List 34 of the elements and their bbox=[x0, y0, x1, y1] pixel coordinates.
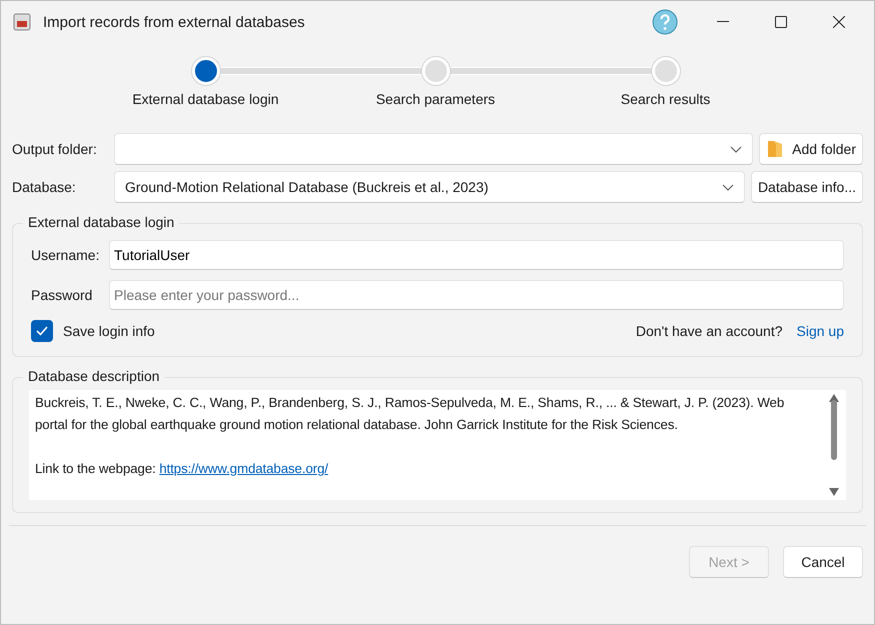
account-prompt: Don't have an account? bbox=[636, 323, 783, 339]
add-folder-button[interactable]: Add folder bbox=[759, 133, 863, 165]
window-title: Import records from external databases bbox=[43, 14, 306, 30]
app-icon bbox=[13, 13, 31, 31]
group-title: External database login bbox=[23, 214, 180, 230]
step-label: External database login bbox=[132, 91, 279, 107]
checkbox-label: Save login info bbox=[63, 323, 156, 339]
help-icon bbox=[652, 9, 678, 35]
minimize-icon bbox=[717, 21, 729, 23]
field-label: Output folder: bbox=[12, 141, 98, 157]
step-label: Search parameters bbox=[376, 91, 496, 107]
scrollbar-thumb[interactable] bbox=[831, 400, 837, 460]
check-icon bbox=[36, 326, 48, 336]
step-label: Search results bbox=[620, 91, 710, 107]
chevron-icon bbox=[730, 146, 742, 152]
scroll-down-icon bbox=[829, 488, 839, 496]
close-icon bbox=[833, 16, 845, 28]
link-sentence: Link to the webpage: https://www.gmdatabase.org/ bbox=[35, 460, 330, 478]
username-field[interactable]: TutorialUser bbox=[109, 240, 844, 270]
password-field[interactable]: Please enter your password... bbox=[109, 280, 844, 310]
field-label: Database: bbox=[12, 179, 77, 195]
database-dropdown[interactable]: Ground-Motion Relational Database (Buckreis et al., 2023) bbox=[114, 171, 745, 203]
group-title: Database description bbox=[23, 368, 165, 384]
field-label: Username: bbox=[31, 247, 100, 263]
citation-text: Buckreis, T. E., Nweke, C. C., Wang, P., Brandenberg, S. J., Ramos-Sepulveda, M. E., Shams, R., ... & Stewart, J. P. (2023). Web portal for the global earthquake ground motion relational database. John Garrick Institute for the Risk Sciences. bbox=[35, 394, 786, 434]
dialog-button[interactable]: Cancel bbox=[783, 546, 863, 578]
chevron-icon bbox=[722, 184, 734, 190]
save-checkbox[interactable] bbox=[31, 320, 53, 342]
sign-up-link[interactable]: Sign up bbox=[796, 323, 844, 339]
database-info-button[interactable]: Database info... bbox=[750, 171, 863, 203]
folder-icon bbox=[766, 140, 784, 158]
maximize-icon bbox=[775, 16, 787, 28]
website-link[interactable]: https://www.gmdatabase.org/ bbox=[159, 461, 328, 476]
field-label: Password bbox=[31, 287, 94, 303]
